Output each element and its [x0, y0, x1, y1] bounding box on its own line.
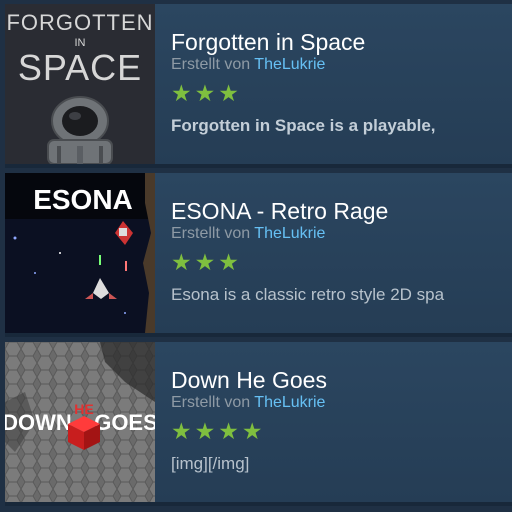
item-info: ESONA - Retro Rage Erstellt von TheLukri…: [171, 173, 512, 307]
list-item[interactable]: ESONA ESONA - Retro Rage Erstellt von Th…: [5, 173, 512, 337]
rating-stars: ★★★★: [171, 418, 266, 444]
item-creator: Erstellt von TheLukrie: [171, 56, 512, 74]
item-description: Esona is a classic retro style 2D spa: [171, 285, 445, 304]
thumb-title-left: DOWN: [5, 410, 72, 435]
item-title[interactable]: ESONA - Retro Rage: [171, 197, 512, 225]
astronaut-icon: [47, 96, 113, 164]
thumb-title-right: GOES: [94, 410, 155, 435]
creator-link[interactable]: TheLukrie: [254, 394, 325, 411]
item-info: Forgotten in Space Erstellt von TheLukri…: [171, 4, 512, 138]
esona-thumbnail: ESONA: [5, 173, 155, 333]
creator-prefix: Erstellt von: [171, 225, 251, 242]
item-title[interactable]: Forgotten in Space: [171, 28, 512, 56]
item-creator: Erstellt von TheLukrie: [171, 394, 512, 412]
creator-link[interactable]: TheLukrie: [254, 225, 325, 242]
creator-prefix: Erstellt von: [171, 56, 251, 73]
rating-stars: ★★★: [171, 249, 242, 275]
creator-prefix: Erstellt von: [171, 394, 251, 411]
item-thumbnail[interactable]: DOWN GOES HE: [5, 342, 155, 502]
thumb-title-he: HE: [74, 401, 93, 417]
list-item[interactable]: FORGOTTEN IN SPACE Forgotten in Space Er…: [5, 4, 512, 168]
item-title[interactable]: Down He Goes: [171, 366, 512, 394]
item-info: Down He Goes Erstellt von TheLukrie ★★★★…: [171, 342, 512, 476]
item-description: [img][/img]: [171, 454, 250, 473]
creator-link[interactable]: TheLukrie: [254, 56, 325, 73]
thumb-title: ESONA: [33, 184, 133, 215]
down-he-goes-thumbnail: DOWN GOES HE: [5, 342, 155, 502]
item-description: Forgotten in Space is a playable,: [171, 116, 436, 135]
item-thumbnail[interactable]: ESONA: [5, 173, 155, 333]
thumb-title-bottom: SPACE: [18, 47, 142, 88]
workshop-list: FORGOTTEN IN SPACE Forgotten in Space Er…: [0, 0, 512, 512]
forgotten-in-space-thumbnail: FORGOTTEN IN SPACE: [5, 4, 155, 164]
rating-stars: ★★★: [171, 80, 242, 106]
list-item[interactable]: DOWN GOES HE Down He Goes Erstellt von T…: [5, 342, 512, 506]
item-thumbnail[interactable]: FORGOTTEN IN SPACE: [5, 4, 155, 164]
item-creator: Erstellt von TheLukrie: [171, 225, 512, 243]
thumb-title-top: FORGOTTEN: [6, 10, 153, 35]
